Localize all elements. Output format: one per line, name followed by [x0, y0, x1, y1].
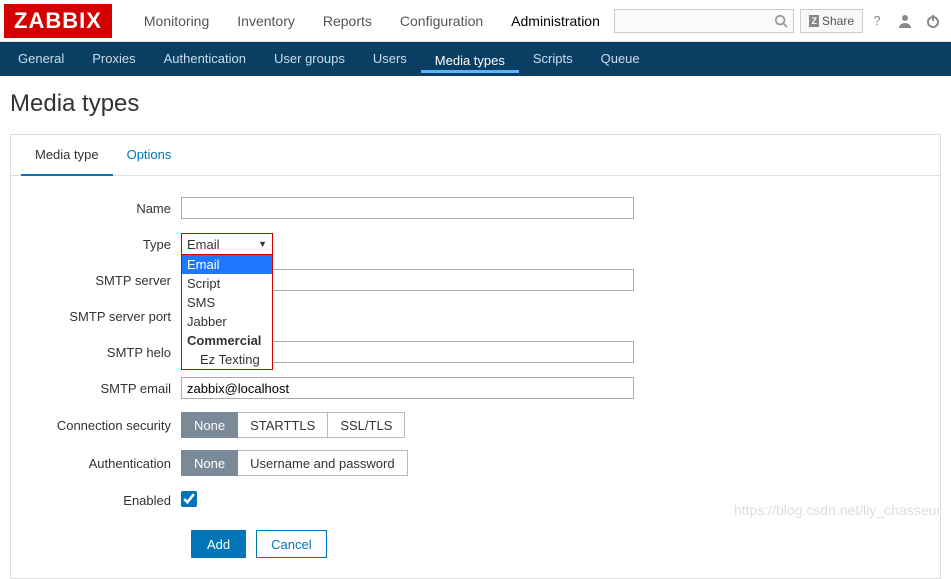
smtp-port-label: SMTP server port [21, 309, 181, 324]
type-option-script[interactable]: Script [182, 274, 272, 293]
z-icon: Z [809, 15, 819, 27]
smtp-helo-label: SMTP helo [21, 345, 181, 360]
type-dropdown: EmailScriptSMSJabberCommercialEz Texting [181, 255, 273, 370]
type-option-jabber[interactable]: Jabber [182, 312, 272, 331]
tab-options[interactable]: Options [113, 135, 186, 175]
power-icon[interactable] [919, 13, 947, 29]
sub-nav: GeneralProxiesAuthenticationUser groupsU… [0, 42, 951, 76]
main-nav-reports[interactable]: Reports [309, 0, 386, 42]
auth-none[interactable]: None [181, 450, 238, 476]
sub-nav-user-groups[interactable]: User groups [260, 42, 359, 76]
sub-nav-media-types[interactable]: Media types [421, 42, 519, 73]
type-select-value: Email [187, 237, 220, 252]
type-label: Type [21, 237, 181, 252]
smtp-email-input[interactable] [181, 377, 634, 399]
add-button[interactable]: Add [191, 530, 246, 558]
conn-sec-group: NoneSTARTTLSSSL/TLS [181, 412, 405, 438]
main-nav-monitoring[interactable]: Monitoring [130, 0, 223, 42]
cancel-button[interactable]: Cancel [256, 530, 326, 558]
sub-nav-queue[interactable]: Queue [587, 42, 654, 76]
smtp-email-label: SMTP email [21, 381, 181, 396]
share-button[interactable]: ZShare [800, 9, 863, 33]
logo[interactable]: ZABBIX [4, 4, 112, 38]
auth-username-and-password[interactable]: Username and password [238, 450, 408, 476]
conn-sec-none[interactable]: None [181, 412, 238, 438]
main-nav-configuration[interactable]: Configuration [386, 0, 497, 42]
sub-nav-general[interactable]: General [4, 42, 78, 76]
tabs: Media typeOptions [11, 135, 940, 176]
sub-nav-authentication[interactable]: Authentication [150, 42, 260, 76]
auth-label: Authentication [21, 456, 181, 471]
conn-sec-starttls[interactable]: STARTTLS [238, 412, 328, 438]
search-input[interactable] [614, 9, 794, 33]
page-title: Media types [0, 76, 951, 134]
media-type-form: Name Type Email ▼ EmailScriptSMSJabberCo… [11, 176, 940, 558]
main-nav-inventory[interactable]: Inventory [223, 0, 309, 42]
search-icon [774, 14, 788, 28]
conn-sec-label: Connection security [21, 418, 181, 433]
enabled-label: Enabled [21, 493, 181, 508]
type-option-email[interactable]: Email [182, 255, 272, 274]
type-option-ez-texting[interactable]: Ez Texting [182, 350, 272, 369]
type-option-sms[interactable]: SMS [182, 293, 272, 312]
tab-media-type[interactable]: Media type [21, 135, 113, 176]
main-nav: MonitoringInventoryReportsConfigurationA… [130, 0, 615, 42]
conn-sec-ssl-tls[interactable]: SSL/TLS [328, 412, 405, 438]
type-optgroup-commercial: Commercial [182, 331, 272, 350]
name-input[interactable] [181, 197, 634, 219]
smtp-server-label: SMTP server [21, 273, 181, 288]
watermark: https://blog.csdn.net/liy_chasseur [734, 502, 941, 518]
type-select[interactable]: Email ▼ [181, 233, 273, 255]
auth-group: NoneUsername and password [181, 450, 408, 476]
main-nav-administration[interactable]: Administration [497, 0, 614, 42]
enabled-checkbox[interactable] [181, 491, 197, 507]
name-label: Name [21, 201, 181, 216]
sub-nav-users[interactable]: Users [359, 42, 421, 76]
sub-nav-proxies[interactable]: Proxies [78, 42, 149, 76]
help-icon[interactable]: ? [863, 13, 891, 28]
main-header: ZABBIX MonitoringInventoryReportsConfigu… [0, 0, 951, 42]
user-icon[interactable] [891, 13, 919, 29]
chevron-down-icon: ▼ [258, 239, 267, 249]
